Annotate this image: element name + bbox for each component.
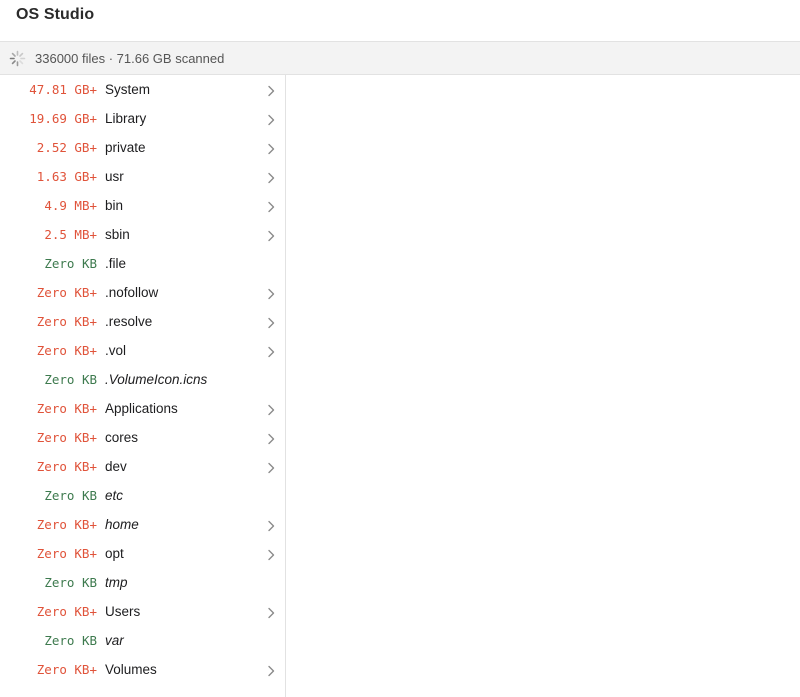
item-size: Zero KB+: [36, 604, 97, 619]
item-name: dev: [105, 459, 127, 474]
chevron-right-icon[interactable]: [266, 549, 276, 561]
item-name: System: [105, 82, 151, 97]
chevron-right-icon[interactable]: [266, 433, 276, 445]
tree-row[interactable]: Zero KB .VolumeIcon.icns: [0, 366, 286, 395]
tree-row[interactable]: Zero KB+ opt: [0, 540, 286, 569]
item-size: 4.9 MB+: [44, 198, 97, 213]
item-name: .vol: [105, 343, 127, 358]
tree-row[interactable]: Zero KB+ .nofollow: [0, 279, 286, 308]
tree-row[interactable]: 2.52 GB+ private: [0, 134, 286, 163]
item-size: Zero KB: [44, 488, 97, 503]
item-size: Zero KB+: [36, 285, 97, 300]
chevron-right-icon[interactable]: [266, 172, 276, 184]
tree-row[interactable]: Zero KB+ .vol: [0, 337, 286, 366]
item-size: 19.69 GB+: [29, 111, 97, 126]
tree-row[interactable]: 47.81 GB+ System: [0, 76, 286, 105]
chevron-right-icon[interactable]: [266, 404, 276, 416]
tree-row[interactable]: 1.63 GB+ usr: [0, 163, 286, 192]
item-name: Applications: [105, 401, 178, 416]
chevron-right-icon[interactable]: [266, 288, 276, 300]
item-name: Library: [105, 111, 147, 126]
tree-row[interactable]: Zero KB+ Volumes: [0, 656, 286, 685]
item-name: var: [105, 633, 124, 648]
item-name: usr: [105, 169, 124, 184]
tree-row[interactable]: Zero KB+ cores: [0, 424, 286, 453]
tree-row[interactable]: Zero KB etc: [0, 482, 286, 511]
item-name: etc: [105, 488, 124, 503]
scan-status-bar: 336000 files · 71.66 GB scanned: [0, 42, 800, 75]
scan-status-text: 336000 files · 71.66 GB scanned: [35, 51, 225, 66]
item-size: Zero KB+: [36, 401, 97, 416]
item-size: Zero KB+: [36, 517, 97, 532]
item-name: .resolve: [105, 314, 153, 329]
tree-row[interactable]: Zero KB+ dev: [0, 453, 286, 482]
item-name: .nofollow: [105, 285, 159, 300]
tree-row[interactable]: Zero KB .file: [0, 250, 286, 279]
item-name: Users: [105, 604, 141, 619]
chevron-right-icon[interactable]: [266, 462, 276, 474]
item-name: tmp: [105, 575, 128, 590]
item-size: Zero KB+: [36, 662, 97, 677]
item-size: Zero KB+: [36, 459, 97, 474]
tree-row[interactable]: 19.69 GB+ Library: [0, 105, 286, 134]
app-title: OS Studio: [16, 6, 95, 23]
chevron-right-icon[interactable]: [266, 143, 276, 155]
chevron-right-icon[interactable]: [266, 607, 276, 619]
item-size: 47.81 GB+: [29, 82, 97, 97]
chevron-right-icon[interactable]: [266, 520, 276, 532]
tree-row[interactable]: Zero KB+ Applications: [0, 395, 286, 424]
item-size: Zero KB: [44, 575, 97, 590]
item-size: Zero KB+: [36, 430, 97, 445]
chevron-right-icon[interactable]: [266, 201, 276, 213]
tree-row[interactable]: Zero KB+ Users: [0, 598, 286, 627]
item-name: sbin: [105, 227, 130, 242]
tree-row[interactable]: Zero KB+ home: [0, 511, 286, 540]
item-name: private: [105, 140, 146, 155]
item-size: Zero KB: [44, 633, 97, 648]
item-size: 2.5 MB+: [44, 227, 97, 242]
item-name: cores: [105, 430, 139, 445]
chevron-right-icon[interactable]: [266, 230, 276, 242]
item-name: Volumes: [105, 662, 157, 677]
chevron-right-icon[interactable]: [266, 85, 276, 97]
tree-row[interactable]: 2.5 MB+ sbin: [0, 221, 286, 250]
item-name: home: [105, 517, 139, 532]
item-size: 2.52 GB+: [36, 140, 97, 155]
item-size: Zero KB+: [36, 314, 97, 329]
item-size: Zero KB+: [36, 343, 97, 358]
item-size: 1.63 GB+: [36, 169, 97, 184]
item-size: Zero KB: [44, 256, 97, 271]
loading-spinner-icon: [9, 50, 26, 67]
tree-row[interactable]: Zero KB tmp: [0, 569, 286, 598]
file-tree[interactable]: 47.81 GB+ System 19.69 GB+ Library 2.52 GB+ p…: [0, 75, 286, 697]
chevron-right-icon[interactable]: [266, 665, 276, 677]
chevron-right-icon[interactable]: [266, 114, 276, 126]
item-size: Zero KB+: [36, 546, 97, 561]
item-name: .file: [105, 256, 127, 271]
tree-row[interactable]: Zero KB var: [0, 627, 286, 656]
item-name: opt: [105, 546, 124, 561]
tree-row[interactable]: 4.9 MB+ bin: [0, 192, 286, 221]
tree-row[interactable]: Zero KB+ .resolve: [0, 308, 286, 337]
item-name: bin: [105, 198, 124, 213]
item-name: .VolumeIcon.icns: [105, 372, 208, 387]
title-bar: OS Studio: [0, 0, 800, 42]
chevron-right-icon[interactable]: [266, 346, 276, 358]
item-size: Zero KB: [44, 372, 97, 387]
chevron-right-icon[interactable]: [266, 317, 276, 329]
detail-pane: [287, 75, 800, 697]
